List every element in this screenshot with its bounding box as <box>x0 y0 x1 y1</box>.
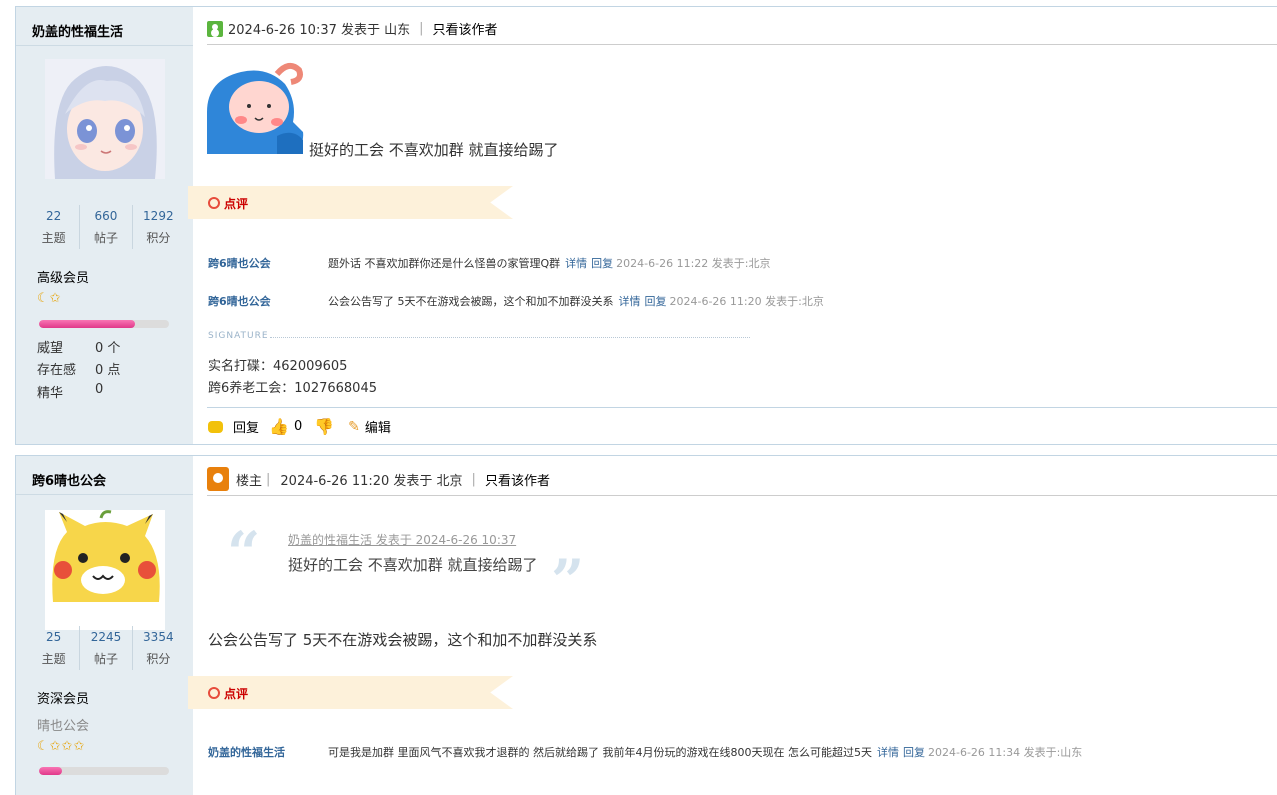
threads-label: 主题 <box>41 231 66 245</box>
prop-prestige: 威望 0 个 <box>37 337 120 356</box>
rank-progress-fill <box>39 320 136 328</box>
comment-row: 跨6晴也公会 题外话 不喜欢加群你还是什么怪兽の家管理Q群 详情 回复 2024-6-2… <box>208 255 770 271</box>
comments-ribbon: 点评 <box>188 186 513 219</box>
thumbs-down-icon[interactable]: 👎 <box>314 417 334 436</box>
reply-button[interactable]: 回复 <box>233 417 259 436</box>
host-label: 楼主 <box>236 473 263 489</box>
comment-author[interactable]: 跨6晴也公会 <box>208 255 328 271</box>
header-divider <box>207 495 1277 496</box>
author-sidebar: 跨6晴也公会 25 主题 2245 帖子 3354 积分 资深会员 晴也公会 ☾✩✩✩ <box>16 456 193 795</box>
comment-reply-link[interactable]: 回复 <box>645 295 667 308</box>
prop-essence: 精华 0 <box>37 382 103 401</box>
rank-stars-icon: ☾✩ <box>37 291 62 306</box>
comments-ribbon-label: 点评 <box>208 685 248 702</box>
custom-title: 晴也公会 <box>37 719 90 734</box>
separator: | <box>471 471 476 487</box>
sticker-image <box>207 62 305 160</box>
quote-meta-link[interactable]: 奶盖的性福生活 发表于 2024-6-26 10:37 <box>288 531 516 548</box>
user-rank[interactable]: 资深会员 <box>37 688 89 707</box>
comment-reply-link[interactable]: 回复 <box>591 257 613 270</box>
post-main: 2024-6-26 10:37 发表于 山东 | 只看该作者 挺好的工会 不喜欢… <box>188 7 1277 444</box>
rank-progress-bar <box>39 320 169 328</box>
comment-text: 题外话 不喜欢加群你还是什么怪兽の家管理Q群 <box>328 257 561 270</box>
comment-date: 2024-6-26 11:34 发表于:山东 <box>927 746 1083 759</box>
comment-detail-link[interactable]: 详情 <box>565 257 587 270</box>
comment-date: 2024-6-26 11:22 发表于:北京 <box>616 257 771 270</box>
online-user-icon <box>207 20 223 37</box>
post-header: 楼主 | 2024-6-26 11:20 发表于 北京 | 只看该作者 <box>207 467 550 491</box>
header-divider <box>207 44 1277 45</box>
comment-row: 奶盖的性福生活 可是我是加群 里面风气不喜欢我才退群的 然后就给踢了 我前年4月份… <box>208 744 1082 760</box>
post-1: 奶盖的性福生活 22 主题 660 帖子 1292 积分 高级会员 ☾✩ 威望 0 个 … <box>15 6 1277 445</box>
points-count[interactable]: 3354 <box>133 626 184 648</box>
prop-presence: 存在感 0 点 <box>37 359 120 378</box>
post-time: 2024-6-26 11:20 发表于 北京 <box>280 473 463 489</box>
close-quote-icon: ” <box>551 547 585 615</box>
signature-line: 实名打碟：462009605 <box>208 359 348 374</box>
comment-author[interactable]: 奶盖的性福生活 <box>208 744 328 760</box>
reply-bubble-icon <box>208 420 223 433</box>
comment-author[interactable]: 跨6晴也公会 <box>208 293 328 309</box>
author-name[interactable]: 跨6晴也公会 <box>32 470 106 489</box>
post-content: 公会公告写了 5天不在游戏会被踢，这个和加不加群没关系 <box>208 631 598 649</box>
prop-value: 0 <box>95 382 104 397</box>
post-main: 楼主 | 2024-6-26 11:20 发表于 北京 | 只看该作者 “ 奶盖… <box>188 456 1277 795</box>
prop-label: 精华 <box>37 386 64 401</box>
thread-host-icon <box>207 467 229 491</box>
posts-label: 帖子 <box>93 231 118 245</box>
only-author-link[interactable]: 只看该作者 <box>485 470 550 489</box>
author-stats: 22 主题 660 帖子 1292 积分 <box>28 205 184 249</box>
posts-label: 帖子 <box>93 652 118 666</box>
comment-date: 2024-6-26 11:20 发表于:北京 <box>669 295 824 308</box>
posts-count[interactable]: 660 <box>80 205 131 227</box>
only-author-link[interactable]: 只看该作者 <box>433 19 498 38</box>
comment-row: 跨6晴也公会 公会公告写了 5天不在游戏会被踢，这个和加不加群没关系 详情 回复 202… <box>208 293 824 309</box>
comments-ribbon-label: 点评 <box>208 195 248 212</box>
thumbs-up-icon[interactable]: 👍 <box>269 417 289 436</box>
open-quote-icon: “ <box>227 519 261 587</box>
comment-reply-link[interactable]: 回复 <box>903 746 925 759</box>
points-label: 积分 <box>146 231 171 245</box>
like-count: 0 <box>293 419 303 434</box>
separator: | <box>266 471 271 487</box>
avatar[interactable] <box>45 510 165 630</box>
quote-text: 挺好的工会 不喜欢加群 就直接给踢了 <box>288 556 538 574</box>
prop-label: 存在感 <box>37 363 77 378</box>
prop-value: 0 个 <box>95 341 121 356</box>
post-2: 跨6晴也公会 25 主题 2245 帖子 3354 积分 资深会员 晴也公会 ☾✩✩✩ <box>15 455 1277 795</box>
post-time: 2024-6-26 10:37 发表于 山东 <box>228 23 411 38</box>
rank-progress-fill <box>39 767 63 775</box>
post-content: 挺好的工会 不喜欢加群 就直接给踢了 <box>309 141 559 159</box>
comment-text: 可是我是加群 里面风气不喜欢我才退群的 然后就给踢了 我前年4月份玩的游戏在线8… <box>328 746 872 759</box>
comment-detail-link[interactable]: 详情 <box>619 295 641 308</box>
rank-stars-icon: ☾✩✩✩ <box>37 739 86 754</box>
threads-count[interactable]: 25 <box>28 626 79 648</box>
comment-text: 公会公告写了 5天不在游戏会被踢，这个和加不加群没关系 <box>328 295 614 308</box>
edit-button[interactable]: 编辑 <box>365 417 391 436</box>
posts-count[interactable]: 2245 <box>80 626 131 648</box>
separator: | <box>419 21 424 36</box>
threads-label: 主题 <box>41 652 66 666</box>
post-actions: 回复 👍 0 👎 ✎ 编辑 <box>208 417 396 436</box>
author-sidebar: 奶盖的性福生活 22 主题 660 帖子 1292 积分 高级会员 ☾✩ 威望 0 个 … <box>16 7 193 444</box>
comments-ribbon: 点评 <box>188 676 513 709</box>
comment-detail-link[interactable]: 详情 <box>877 746 899 759</box>
points-label: 积分 <box>146 652 171 666</box>
footer-divider <box>207 407 1277 408</box>
user-rank[interactable]: 高级会员 <box>37 267 89 286</box>
prop-label: 威望 <box>37 341 64 356</box>
post-header: 2024-6-26 10:37 发表于 山东 | 只看该作者 <box>207 19 498 38</box>
threads-count[interactable]: 22 <box>28 205 79 227</box>
signature-line: 跨6养老工会：1027668045 <box>208 381 377 396</box>
divider <box>16 45 193 46</box>
divider <box>16 494 193 495</box>
pencil-icon: ✎ <box>348 418 360 435</box>
prop-value: 0 点 <box>95 363 121 378</box>
author-stats: 25 主题 2245 帖子 3354 积分 <box>28 626 184 670</box>
author-name[interactable]: 奶盖的性福生活 <box>32 21 123 40</box>
rank-progress-bar <box>39 767 169 775</box>
avatar[interactable] <box>45 59 165 179</box>
signature-label: SIGNATURE <box>208 331 750 341</box>
points-count[interactable]: 1292 <box>133 205 184 227</box>
